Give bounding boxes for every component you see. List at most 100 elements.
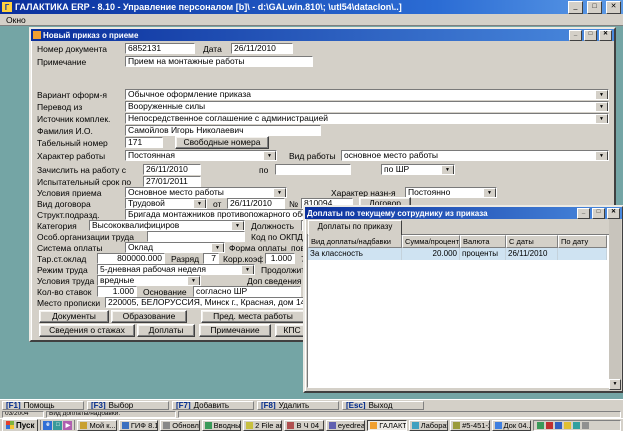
window-minimize-icon[interactable]: _ xyxy=(569,30,582,41)
column-header[interactable]: По дату xyxy=(558,235,607,248)
work-nature-select[interactable]: Постоянная▼ xyxy=(125,150,277,161)
note-button[interactable]: Примечание xyxy=(199,324,271,337)
doc-number-input[interactable]: 6852131 xyxy=(125,43,195,54)
note-input[interactable]: Прием на монтажные работы xyxy=(125,56,313,67)
dialog-minimize-icon[interactable]: _ xyxy=(577,208,590,219)
window-maximize-icon[interactable]: □ xyxy=(584,30,597,41)
tray-icon[interactable] xyxy=(564,422,571,429)
enroll-mode-select[interactable]: по ШР▼ xyxy=(381,164,455,175)
chevron-down-icon[interactable]: ▼ xyxy=(263,151,276,161)
chevron-down-icon[interactable]: ▼ xyxy=(211,243,224,253)
enroll-to-input[interactable] xyxy=(275,164,351,175)
appointment-select[interactable]: Постоянно▼ xyxy=(405,187,497,198)
chevron-down-icon[interactable]: ▼ xyxy=(187,276,200,286)
free-numbers-button[interactable]: Свободные номера xyxy=(175,136,269,149)
date-input[interactable]: 26/11/2010 xyxy=(231,43,293,54)
stakes-input[interactable]: 1.000 xyxy=(97,286,137,297)
chevron-down-icon[interactable]: ▼ xyxy=(241,265,254,275)
quicklaunch-browser-icon[interactable]: e xyxy=(43,421,52,430)
taskbar-item[interactable]: eyedream xyxy=(326,420,365,431)
column-header[interactable]: С даты xyxy=(506,235,558,248)
scroll-down-icon[interactable]: ▼ xyxy=(609,379,621,390)
tray-icon[interactable] xyxy=(582,422,589,429)
taskbar-item[interactable]: Док 04... xyxy=(492,420,531,431)
vertical-scrollbar[interactable]: ▲ ▼ xyxy=(609,208,621,390)
chevron-down-icon[interactable]: ▼ xyxy=(441,165,454,175)
chevron-down-icon[interactable]: ▼ xyxy=(193,199,206,209)
experience-button[interactable]: Сведения о стажах xyxy=(39,324,135,337)
schedule-select[interactable]: 5-дневная рабочая неделя▼ xyxy=(97,264,255,275)
taskbar-item[interactable]: Лаборатор... xyxy=(409,420,448,431)
app-titlebar[interactable]: Г ГАЛАКТИКА ERP - 8.10 - Управление перс… xyxy=(0,0,623,14)
grade-input[interactable]: 7 xyxy=(203,253,219,264)
taskbar-item[interactable]: 2 File and S... xyxy=(243,420,282,431)
column-header[interactable]: Валюта xyxy=(460,235,506,248)
supplements-button[interactable]: Доплаты xyxy=(137,324,195,337)
tray-icon[interactable] xyxy=(573,422,580,429)
taskbar-item-galaktika[interactable]: ГАЛАКТИКА... xyxy=(367,420,406,431)
variant-select[interactable]: Обычное оформление приказа▼ xyxy=(125,89,609,100)
dialog-close-icon[interactable]: ✕ xyxy=(607,208,620,219)
tray-icon[interactable] xyxy=(555,422,562,429)
cell-date-to[interactable] xyxy=(558,248,607,260)
taskbar-item[interactable]: Вводные... xyxy=(202,420,241,431)
dialog-maximize-icon[interactable]: □ xyxy=(592,208,605,219)
f8-delete-button[interactable]: [F8]Удалить xyxy=(257,401,339,410)
chevron-down-icon[interactable]: ▼ xyxy=(231,221,244,231)
basis-input[interactable]: согласно ШР xyxy=(193,286,301,297)
pay-system-select[interactable]: Оклад▼ xyxy=(125,242,225,253)
source-select[interactable]: Непосредственное соглашение с администра… xyxy=(125,113,609,124)
taskbar-item[interactable]: В Ч 04_Smokie... xyxy=(284,420,323,431)
cell-date-from[interactable]: 26/11/2010 xyxy=(506,248,558,260)
category-select[interactable]: Высококвалифициров▼ xyxy=(89,220,245,231)
maximize-icon[interactable]: □ xyxy=(587,1,602,14)
order-window-titlebar[interactable]: Новый приказ о приеме _ □ ✕ xyxy=(31,29,614,41)
contract-date-input[interactable]: 26/11/2010 xyxy=(227,198,285,209)
table-row[interactable]: За классность 20.000 проценты 26/11/2010 xyxy=(308,248,607,260)
transfer-select[interactable]: Вооруженные силы▼ xyxy=(125,101,609,112)
f3-select-button[interactable]: [F3]Выбор xyxy=(87,401,169,410)
documents-button[interactable]: Документы xyxy=(39,310,109,323)
chevron-down-icon[interactable]: ▼ xyxy=(595,90,608,100)
chevron-down-icon[interactable]: ▼ xyxy=(595,102,608,112)
chevron-down-icon[interactable]: ▼ xyxy=(273,188,286,198)
minimize-icon[interactable]: _ xyxy=(568,1,583,14)
chevron-down-icon[interactable]: ▼ xyxy=(483,188,496,198)
f7-add-button[interactable]: [F7]Добавить xyxy=(172,401,254,410)
quicklaunch-player-icon[interactable]: ▶ xyxy=(63,421,72,430)
enroll-date-input[interactable]: 26/11/2010 xyxy=(143,164,201,175)
conditions-select[interactable]: вредные▼ xyxy=(97,275,201,286)
education-button[interactable]: Образование xyxy=(111,310,187,323)
supplements-dialog-titlebar[interactable]: Доплаты по текущему сотруднику из приказ… xyxy=(305,207,622,219)
cell-supplement-type[interactable]: За классность xyxy=(308,248,402,260)
column-header[interactable]: Сумма/процент д xyxy=(402,235,460,248)
start-button[interactable]: Пуск xyxy=(2,419,38,431)
cell-currency[interactable]: проценты xyxy=(460,248,506,260)
f1-help-button[interactable]: [F1]Помощь xyxy=(2,401,84,410)
labor-org-input[interactable] xyxy=(147,231,245,242)
coef-input[interactable]: 1.000 xyxy=(265,253,295,264)
cell-amount[interactable]: 20.000 xyxy=(402,248,460,260)
tray-icon[interactable] xyxy=(537,422,544,429)
taskbar-item[interactable]: #5-451-238... xyxy=(450,420,489,431)
chevron-down-icon[interactable]: ▼ xyxy=(595,151,608,161)
quicklaunch-desktop-icon[interactable]: □ xyxy=(53,421,62,430)
tab-supplements-by-order[interactable]: Доплаты по приказу xyxy=(308,220,402,236)
chevron-down-icon[interactable]: ▼ xyxy=(595,114,608,124)
esc-exit-button[interactable]: [Esc]Выход xyxy=(342,401,424,410)
menu-window[interactable]: Окно xyxy=(6,15,26,25)
column-header[interactable]: Вид доплаты/надбавки xyxy=(308,235,402,248)
work-kind-select[interactable]: основное место работы▼ xyxy=(341,150,609,161)
fullname-input[interactable]: Самойлов Игорь Николаевич xyxy=(125,125,321,136)
tabnumber-input[interactable]: 171 xyxy=(125,137,163,148)
tray-icon[interactable] xyxy=(546,422,553,429)
probation-input[interactable]: 27/01/2011 xyxy=(143,176,201,187)
taskbar-item[interactable]: Обновлени... xyxy=(160,420,199,431)
taskbar-item[interactable]: Мой к... xyxy=(77,420,116,431)
contract-select[interactable]: Трудовой▼ xyxy=(125,198,207,209)
admission-select[interactable]: Основное место работы▼ xyxy=(125,187,287,198)
close-icon[interactable]: ✕ xyxy=(606,1,621,14)
window-close-icon[interactable]: ✕ xyxy=(599,30,612,41)
taskbar-item[interactable]: ГИФ 8.1 [Б... xyxy=(119,420,158,431)
prev-jobs-button[interactable]: Пред. места работы xyxy=(201,310,305,323)
